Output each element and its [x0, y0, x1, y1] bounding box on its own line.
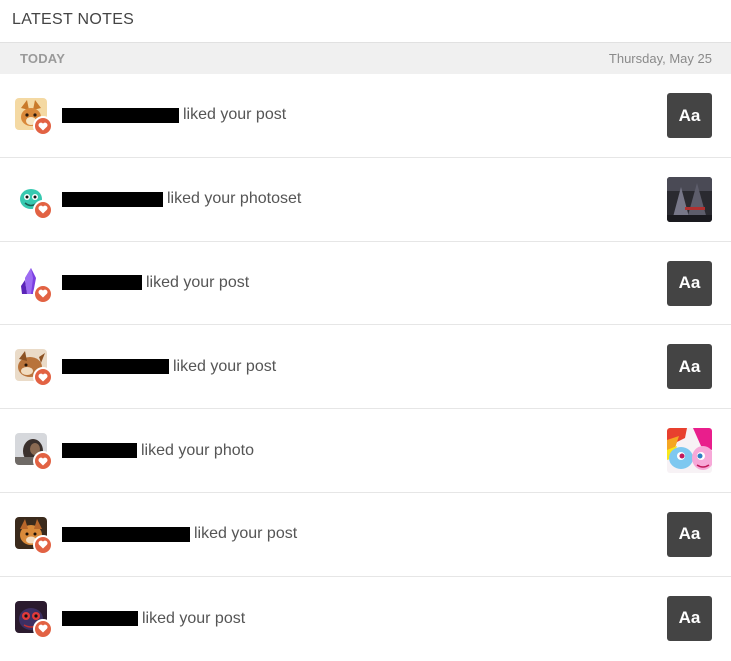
heart-icon: [33, 534, 53, 555]
note-action: liked your post: [183, 106, 287, 124]
note-row[interactable]: liked your photo: [0, 409, 731, 493]
note-text: liked your photoset: [62, 158, 301, 241]
text-post-label: Aa: [678, 524, 701, 544]
post-thumbnail[interactable]: [667, 176, 712, 222]
post-thumbnail[interactable]: Aa: [667, 260, 712, 306]
note-text: liked your post: [62, 493, 297, 576]
note-row[interactable]: liked your post Aa: [0, 74, 731, 158]
note-action: liked your photoset: [167, 190, 302, 208]
note-text: liked your post: [62, 325, 276, 408]
note-row[interactable]: liked your post Aa: [0, 577, 731, 661]
heart-icon: [33, 451, 53, 472]
note-row[interactable]: liked your post Aa: [0, 493, 731, 577]
pony-photo-thumbnail-icon: [667, 428, 712, 474]
heart-icon: [33, 618, 53, 639]
notes-list: liked your post Aa liked your photoset l…: [0, 74, 731, 661]
note-action: liked your post: [194, 525, 298, 543]
text-post-label: Aa: [678, 105, 701, 125]
day-separator: TODAY Thursday, May 25: [0, 42, 731, 74]
note-text: liked your post: [62, 74, 286, 157]
heart-icon: [33, 283, 53, 304]
avatar[interactable]: [15, 265, 53, 304]
note-action: liked your post: [146, 273, 250, 291]
post-thumbnail[interactable]: Aa: [667, 344, 712, 390]
day-date: Thursday, May 25: [608, 51, 712, 66]
redacted-username[interactable]: [62, 359, 169, 375]
note-row[interactable]: liked your photoset: [0, 158, 731, 242]
note-action: liked your post: [142, 609, 246, 627]
redacted-username[interactable]: [62, 611, 138, 627]
dark-photo-thumbnail-icon: [667, 176, 712, 222]
avatar[interactable]: [15, 600, 53, 639]
redacted-username[interactable]: [62, 526, 190, 542]
redacted-username[interactable]: [62, 107, 179, 123]
notes-title: LATEST NOTES: [12, 11, 135, 28]
redacted-username[interactable]: [62, 275, 142, 291]
note-row[interactable]: liked your post Aa: [0, 242, 731, 326]
avatar[interactable]: [15, 433, 53, 472]
post-thumbnail[interactable]: Aa: [667, 93, 712, 138]
redacted-username[interactable]: [62, 191, 163, 207]
avatar[interactable]: [15, 181, 53, 220]
text-post-label: Aa: [678, 273, 701, 293]
avatar[interactable]: [15, 516, 53, 555]
heart-icon: [33, 116, 53, 136]
redacted-username[interactable]: [62, 443, 137, 459]
post-thumbnail[interactable]: [667, 428, 712, 474]
note-text: liked your photo: [62, 409, 254, 492]
day-label: TODAY: [20, 51, 66, 66]
text-post-label: Aa: [678, 356, 701, 376]
text-post-label: Aa: [678, 608, 701, 628]
note-action: liked your post: [173, 357, 277, 375]
note-text: liked your post: [62, 577, 245, 661]
post-thumbnail[interactable]: Aa: [667, 595, 712, 641]
heart-icon: [33, 199, 53, 220]
avatar[interactable]: [15, 98, 53, 136]
notes-header: LATEST NOTES: [0, 0, 731, 42]
avatar[interactable]: [15, 349, 53, 388]
note-row[interactable]: liked your post Aa: [0, 325, 731, 410]
note-text: liked your post: [62, 242, 249, 325]
heart-icon: [33, 367, 53, 388]
post-thumbnail[interactable]: Aa: [667, 511, 712, 557]
note-action: liked your photo: [141, 441, 254, 459]
